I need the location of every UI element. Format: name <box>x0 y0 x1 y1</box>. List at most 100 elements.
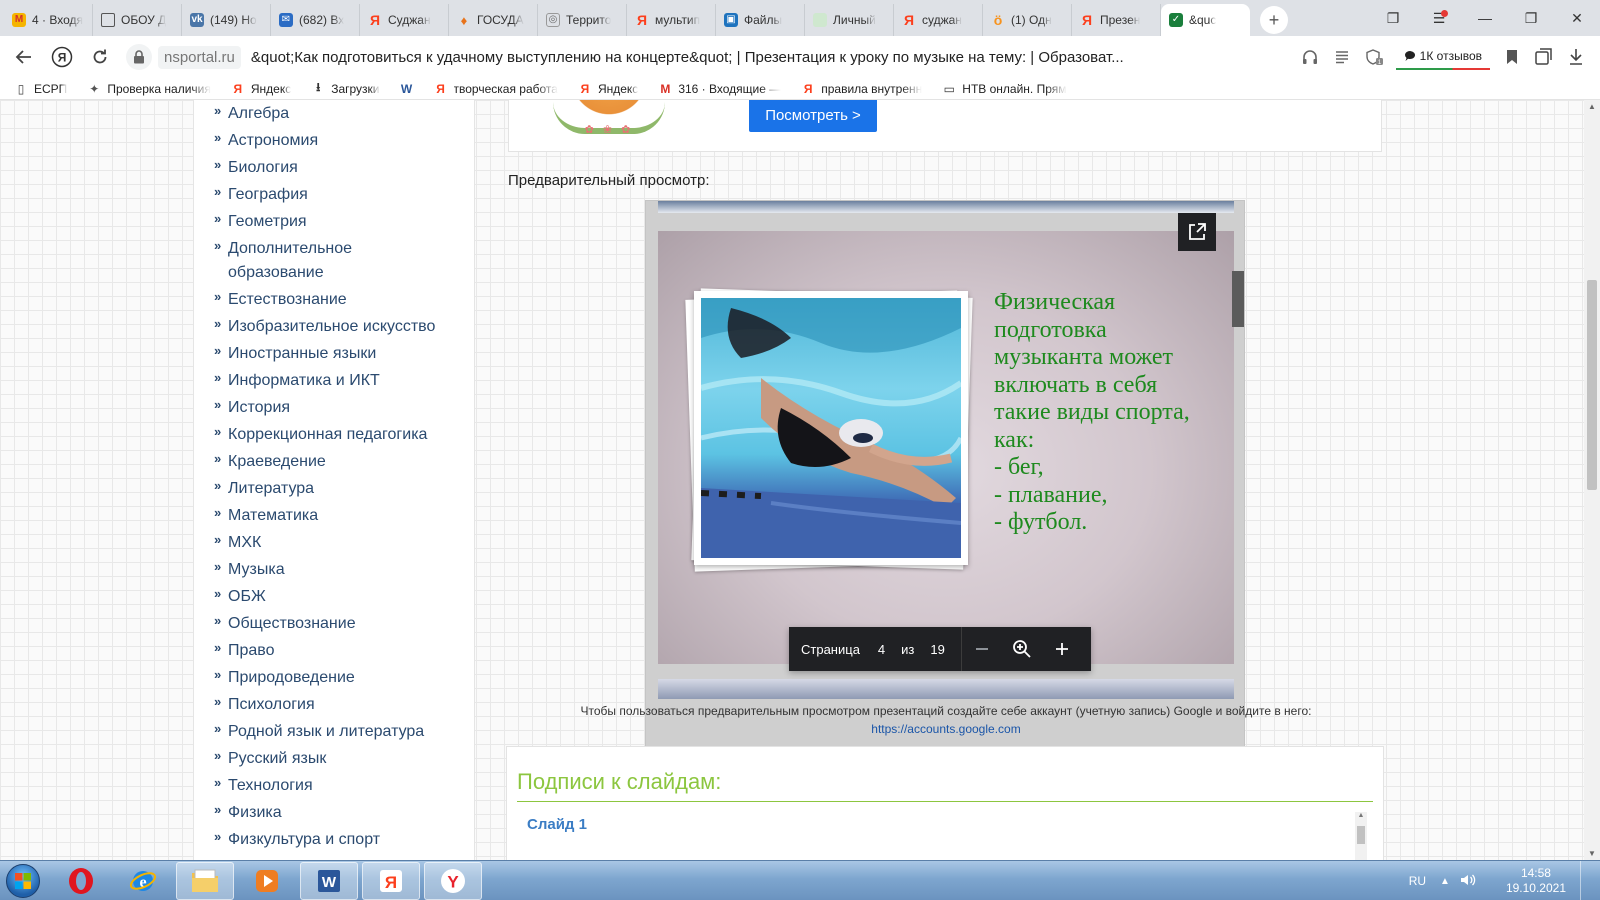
subject-link[interactable]: » Физкультура и спорт <box>194 828 474 852</box>
current-page[interactable]: 4 <box>878 642 885 657</box>
close-button[interactable]: ✕ <box>1554 0 1600 36</box>
tab-14[interactable]: ✓ &quc <box>1161 4 1250 36</box>
zoom-out-button[interactable] <box>962 627 1002 671</box>
scroll-down-arrow-icon[interactable]: ▼ <box>1584 849 1600 858</box>
subject-link[interactable]: » География <box>194 183 474 207</box>
subject-link[interactable]: » ОБЖ <box>194 585 474 609</box>
taskbar-internet-explorer[interactable]: e <box>114 862 172 900</box>
language-indicator[interactable]: RU <box>1409 874 1426 888</box>
show-desktop-button[interactable] <box>1580 861 1594 900</box>
back-button[interactable] <box>8 41 40 73</box>
clock[interactable]: 14:58 19.10.2021 <box>1506 866 1566 896</box>
tab-4[interactable]: ✉ (682) Вх <box>271 4 360 36</box>
new-tab-button[interactable]: + <box>1260 6 1288 34</box>
subject-link[interactable]: » Природоведение <box>194 666 474 690</box>
minimize-button[interactable]: — <box>1462 0 1508 36</box>
protect-icon[interactable]: 1 <box>1358 41 1390 73</box>
subject-link[interactable]: » Психология <box>194 693 474 717</box>
subject-link[interactable]: » Музыка <box>194 558 474 582</box>
reviews-badge[interactable]: 1К отзывов <box>1395 44 1490 70</box>
tab-5[interactable]: Я Суджан <box>360 4 449 36</box>
bookmark-4[interactable]: ⭳ Загрузки <box>311 80 379 96</box>
bookmark-1[interactable]: ▯ ЕСРП <box>14 82 68 96</box>
zoom-in-button[interactable] <box>1042 627 1082 671</box>
page-scrollbar[interactable]: ▲ ▼ <box>1584 100 1600 860</box>
captions-scrollbar[interactable] <box>1355 812 1367 860</box>
subject-link[interactable]: » История <box>194 396 474 420</box>
restore-button[interactable]: ❐ <box>1508 0 1554 36</box>
subject-label: Право <box>228 639 275 663</box>
yandex-home-button[interactable]: Я <box>46 41 78 73</box>
show-hidden-icons-icon[interactable]: ▲ <box>1440 876 1450 887</box>
tab-13[interactable]: Я Презен <box>1072 4 1161 36</box>
subject-link[interactable]: » Астрономия <box>194 129 474 153</box>
yandex-icon: Я <box>636 12 648 28</box>
bookmark-6[interactable]: Ятворческая работа <box>434 82 558 96</box>
taskbar-yandex[interactable]: Я <box>362 861 420 900</box>
volume-icon[interactable] <box>1460 873 1476 890</box>
subject-link[interactable]: » Обществознание <box>194 612 474 636</box>
collections-icon[interactable] <box>1528 41 1560 73</box>
subject-link[interactable]: » Биология <box>194 156 474 180</box>
subject-link[interactable]: » Родной язык и литература <box>194 720 474 744</box>
tab-11[interactable]: Ясуджан <box>894 4 983 36</box>
taskbar-media-player[interactable] <box>238 862 296 900</box>
lock-icon[interactable] <box>126 44 152 70</box>
bookmark-8[interactable]: M 316 · Входящие — <box>658 82 781 96</box>
subject-link[interactable]: » Краеведение <box>194 450 474 474</box>
subject-link[interactable]: » Математика <box>194 504 474 528</box>
bookmark-5[interactable]: W <box>400 82 414 96</box>
view-button[interactable]: Посмотреть > <box>749 100 877 132</box>
tab-3[interactable]: vk (149) Но <box>182 4 271 36</box>
viewer-scrollbar-thumb[interactable] <box>1232 271 1244 327</box>
bookmark-7[interactable]: Я Яндекс <box>578 82 639 96</box>
tab-10[interactable]: Личный <box>805 4 894 36</box>
yandex-icon: Я <box>380 869 402 892</box>
tab-2[interactable]: ОБОУ Д <box>93 4 182 36</box>
tab-1[interactable]: M 4 · Входя <box>4 4 93 36</box>
subject-link[interactable]: » Литература <box>194 477 474 501</box>
google-accounts-link[interactable]: https://accounts.google.com <box>508 720 1384 738</box>
downloads-icon[interactable] <box>1560 41 1592 73</box>
subject-link[interactable]: » Естествознание <box>194 288 474 312</box>
bookmark-2[interactable]: ✦ Проверка наличия <box>87 82 211 96</box>
tab-8[interactable]: Ямультип <box>627 4 716 36</box>
tab-9[interactable]: ▣ Файлы <box>716 4 805 36</box>
url-field[interactable]: nsportal.ru &quot;Как подготовиться к уд… <box>126 42 1294 72</box>
page-scrollbar-thumb[interactable] <box>1587 280 1597 490</box>
taskbar-word[interactable]: W <box>300 861 358 900</box>
subject-link[interactable]: » Геометрия <box>194 210 474 234</box>
subject-link[interactable]: » Коррекционная педагогика <box>194 423 474 447</box>
tab-12[interactable]: ö (1) Одн <box>983 4 1072 36</box>
subject-link[interactable]: » Иностранные языки <box>194 342 474 366</box>
slide-1-caption-title[interactable]: Слайд 1 <box>517 816 1373 833</box>
tab-7[interactable]: ◎ Террито <box>538 4 627 36</box>
tab-6[interactable]: ♦ ГОСУДА <box>449 4 538 36</box>
reader-mode-icon[interactable] <box>1326 41 1358 73</box>
scroll-up-arrow-icon[interactable]: ▲ <box>1584 102 1600 111</box>
subject-link[interactable]: » Русский язык <box>194 747 474 771</box>
bookmark-3[interactable]: Я Яндекс <box>231 82 292 96</box>
taskbar-opera[interactable] <box>52 862 110 900</box>
subject-link[interactable]: » Изобразительное искусство <box>194 315 474 339</box>
tab-manager-icon[interactable]: ❐ <box>1370 0 1416 36</box>
subject-link[interactable]: » Дополнительное образование <box>194 237 474 285</box>
subject-link[interactable]: » Информатика и ИКТ <box>194 369 474 393</box>
bookmark-9[interactable]: Яправила внутренн <box>801 82 922 96</box>
bookmark-icon[interactable] <box>1496 41 1528 73</box>
popout-button[interactable] <box>1178 213 1216 251</box>
subject-link[interactable]: » Технология <box>194 774 474 798</box>
zoom-button[interactable] <box>1002 627 1042 671</box>
subject-link[interactable]: » Право <box>194 639 474 663</box>
headphones-icon[interactable] <box>1294 41 1326 73</box>
subject-link[interactable]: » Физика <box>194 801 474 825</box>
reload-button[interactable] <box>84 41 116 73</box>
subject-link[interactable]: » Алгебра <box>194 102 474 126</box>
menu-icon[interactable]: ☰ <box>1416 0 1462 36</box>
bookmark-10[interactable]: ▭ НТВ онлайн. Прям <box>942 82 1067 96</box>
taskbar-yandex-browser[interactable]: Y <box>424 861 482 900</box>
taskbar-explorer[interactable] <box>176 861 234 900</box>
start-button[interactable] <box>0 861 46 900</box>
browser-tab-strip: M 4 · Входя ОБОУ Д vk (149) Но ✉ (682) Вх Я Судж… <box>0 0 1600 36</box>
subject-link[interactable]: » МХК <box>194 531 474 555</box>
